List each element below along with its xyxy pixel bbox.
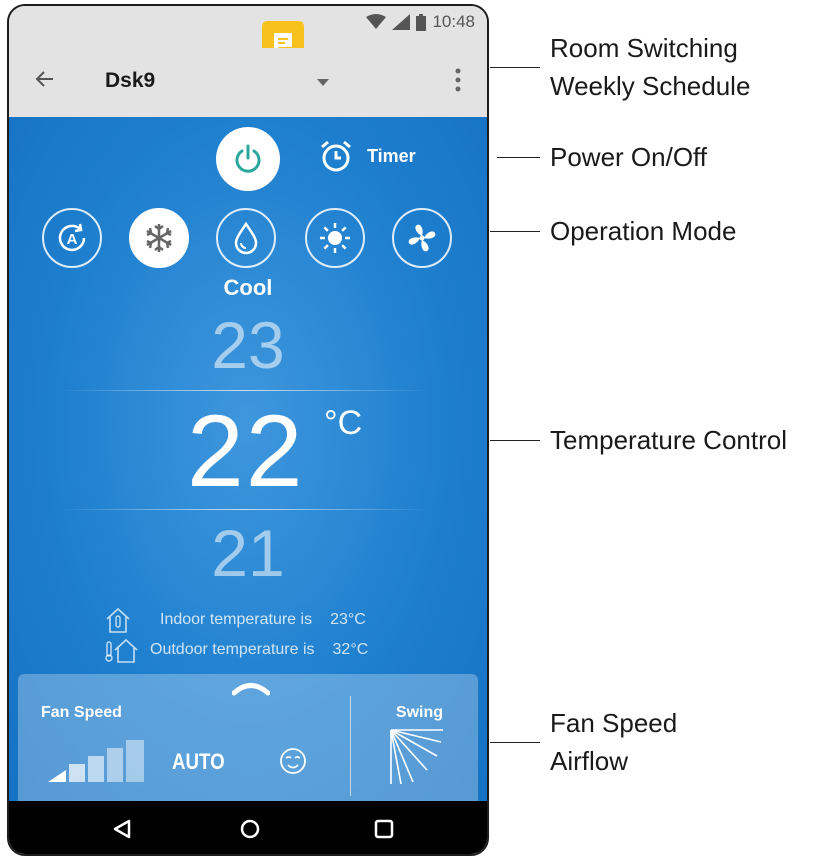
signal-icon [392, 14, 411, 30]
temperature-unit: °C [324, 404, 363, 442]
mode-heat-button[interactable] [305, 208, 365, 268]
outdoor-temperature-label: Outdoor temperature is [150, 641, 315, 658]
callout-room-switching-line2: Weekly Schedule [550, 71, 751, 101]
status-bar: 10:48 [9, 6, 487, 48]
outdoor-temperature-row: Outdoor temperature is 32°C [104, 637, 368, 663]
callout-operation-mode: Operation Mode [550, 212, 736, 250]
fan-icon [408, 224, 436, 252]
quiet-mode-face-icon[interactable] [278, 746, 308, 776]
callout-power-line1: Power On/Off [550, 142, 708, 172]
fan-speed-label: Fan Speed [41, 704, 122, 721]
callout-temperature: Temperature Control [550, 421, 787, 459]
indoor-temperature-value: 23°C [330, 611, 366, 628]
callout-line-room [490, 67, 540, 68]
alarm-clock-icon [321, 140, 351, 172]
current-mode-label: Cool [223, 275, 273, 300]
swing-airflow-icon[interactable] [389, 728, 445, 786]
callout-fan-speed: Fan Speed Airflow [550, 704, 677, 780]
more-options-icon[interactable] [455, 68, 461, 92]
home-circle-icon[interactable] [240, 819, 260, 839]
system-navigation-bar [9, 801, 487, 854]
indoor-house-thermometer-icon [106, 607, 130, 633]
status-icons: 10:48 [366, 12, 475, 32]
back-arrow-icon[interactable] [33, 67, 57, 91]
callout-temperature-line1: Temperature Control [550, 425, 787, 455]
temperature-up-value[interactable]: 23 [9, 309, 487, 381]
mode-cool-button[interactable] [129, 208, 189, 268]
callout-room-switching: Room Switching Weekly Schedule [550, 29, 750, 105]
callout-room-switching-line1: Room Switching [550, 33, 738, 63]
callout-line-mode [490, 231, 540, 232]
phone-frame: 10:48 Dsk9 Timer A Cool 23 22 °C 21 Indo… [7, 4, 489, 856]
fan-speed-bars-icon[interactable] [48, 736, 148, 782]
battery-icon [416, 13, 427, 31]
chevron-up-icon[interactable] [232, 680, 270, 696]
timer-button[interactable]: Timer [319, 139, 416, 173]
app-bar: Dsk9 [9, 48, 487, 117]
temperature-setpoint: 22 [187, 394, 305, 508]
dropdown-caret-icon[interactable] [317, 79, 329, 86]
panel-separator [350, 696, 351, 796]
room-selector-title[interactable]: Dsk9 [105, 69, 155, 93]
fan-swing-panel: Fan Speed Swing AUTO [18, 674, 478, 801]
temperature-divider-top [59, 390, 429, 391]
water-drop-icon [234, 221, 258, 255]
power-icon [235, 144, 261, 173]
power-button[interactable] [216, 127, 280, 191]
auto-mode-icon: A [58, 223, 86, 252]
temperature-down-value[interactable]: 21 [9, 517, 487, 589]
outdoor-temperature-value: 32°C [332, 641, 369, 658]
callout-fan-speed-line1: Fan Speed [550, 708, 678, 738]
recent-apps-square-icon[interactable] [374, 819, 394, 839]
back-triangle-icon[interactable] [113, 819, 131, 839]
callout-line-fan [490, 742, 540, 743]
mode-fan-button[interactable] [392, 208, 452, 268]
callout-line-temperature [490, 440, 540, 441]
timer-label: Timer [367, 145, 416, 166]
mode-dry-button[interactable] [216, 208, 276, 268]
outdoor-thermometer-house-icon [105, 638, 138, 663]
indoor-temperature-row: Indoor temperature is 23°C [104, 607, 366, 633]
callout-line-power [497, 157, 540, 158]
mode-auto-button[interactable]: A [42, 208, 102, 268]
snowflake-icon [146, 224, 172, 252]
status-time: 10:48 [432, 12, 475, 31]
svg-text:A: A [67, 231, 78, 248]
temperature-divider-bottom [59, 509, 429, 510]
main-control-area: Timer A Cool 23 22 °C 21 Indoor temperat… [9, 117, 487, 801]
indoor-temperature-label: Indoor temperature is [160, 611, 313, 628]
wifi-icon [366, 14, 387, 29]
callout-fan-speed-line2: Airflow [550, 746, 629, 776]
callout-power: Power On/Off [550, 138, 707, 176]
sun-icon [320, 223, 350, 253]
swing-label: Swing [395, 704, 443, 721]
fan-speed-value[interactable]: AUTO [172, 749, 225, 775]
callout-operation-mode-line1: Operation Mode [550, 216, 737, 246]
